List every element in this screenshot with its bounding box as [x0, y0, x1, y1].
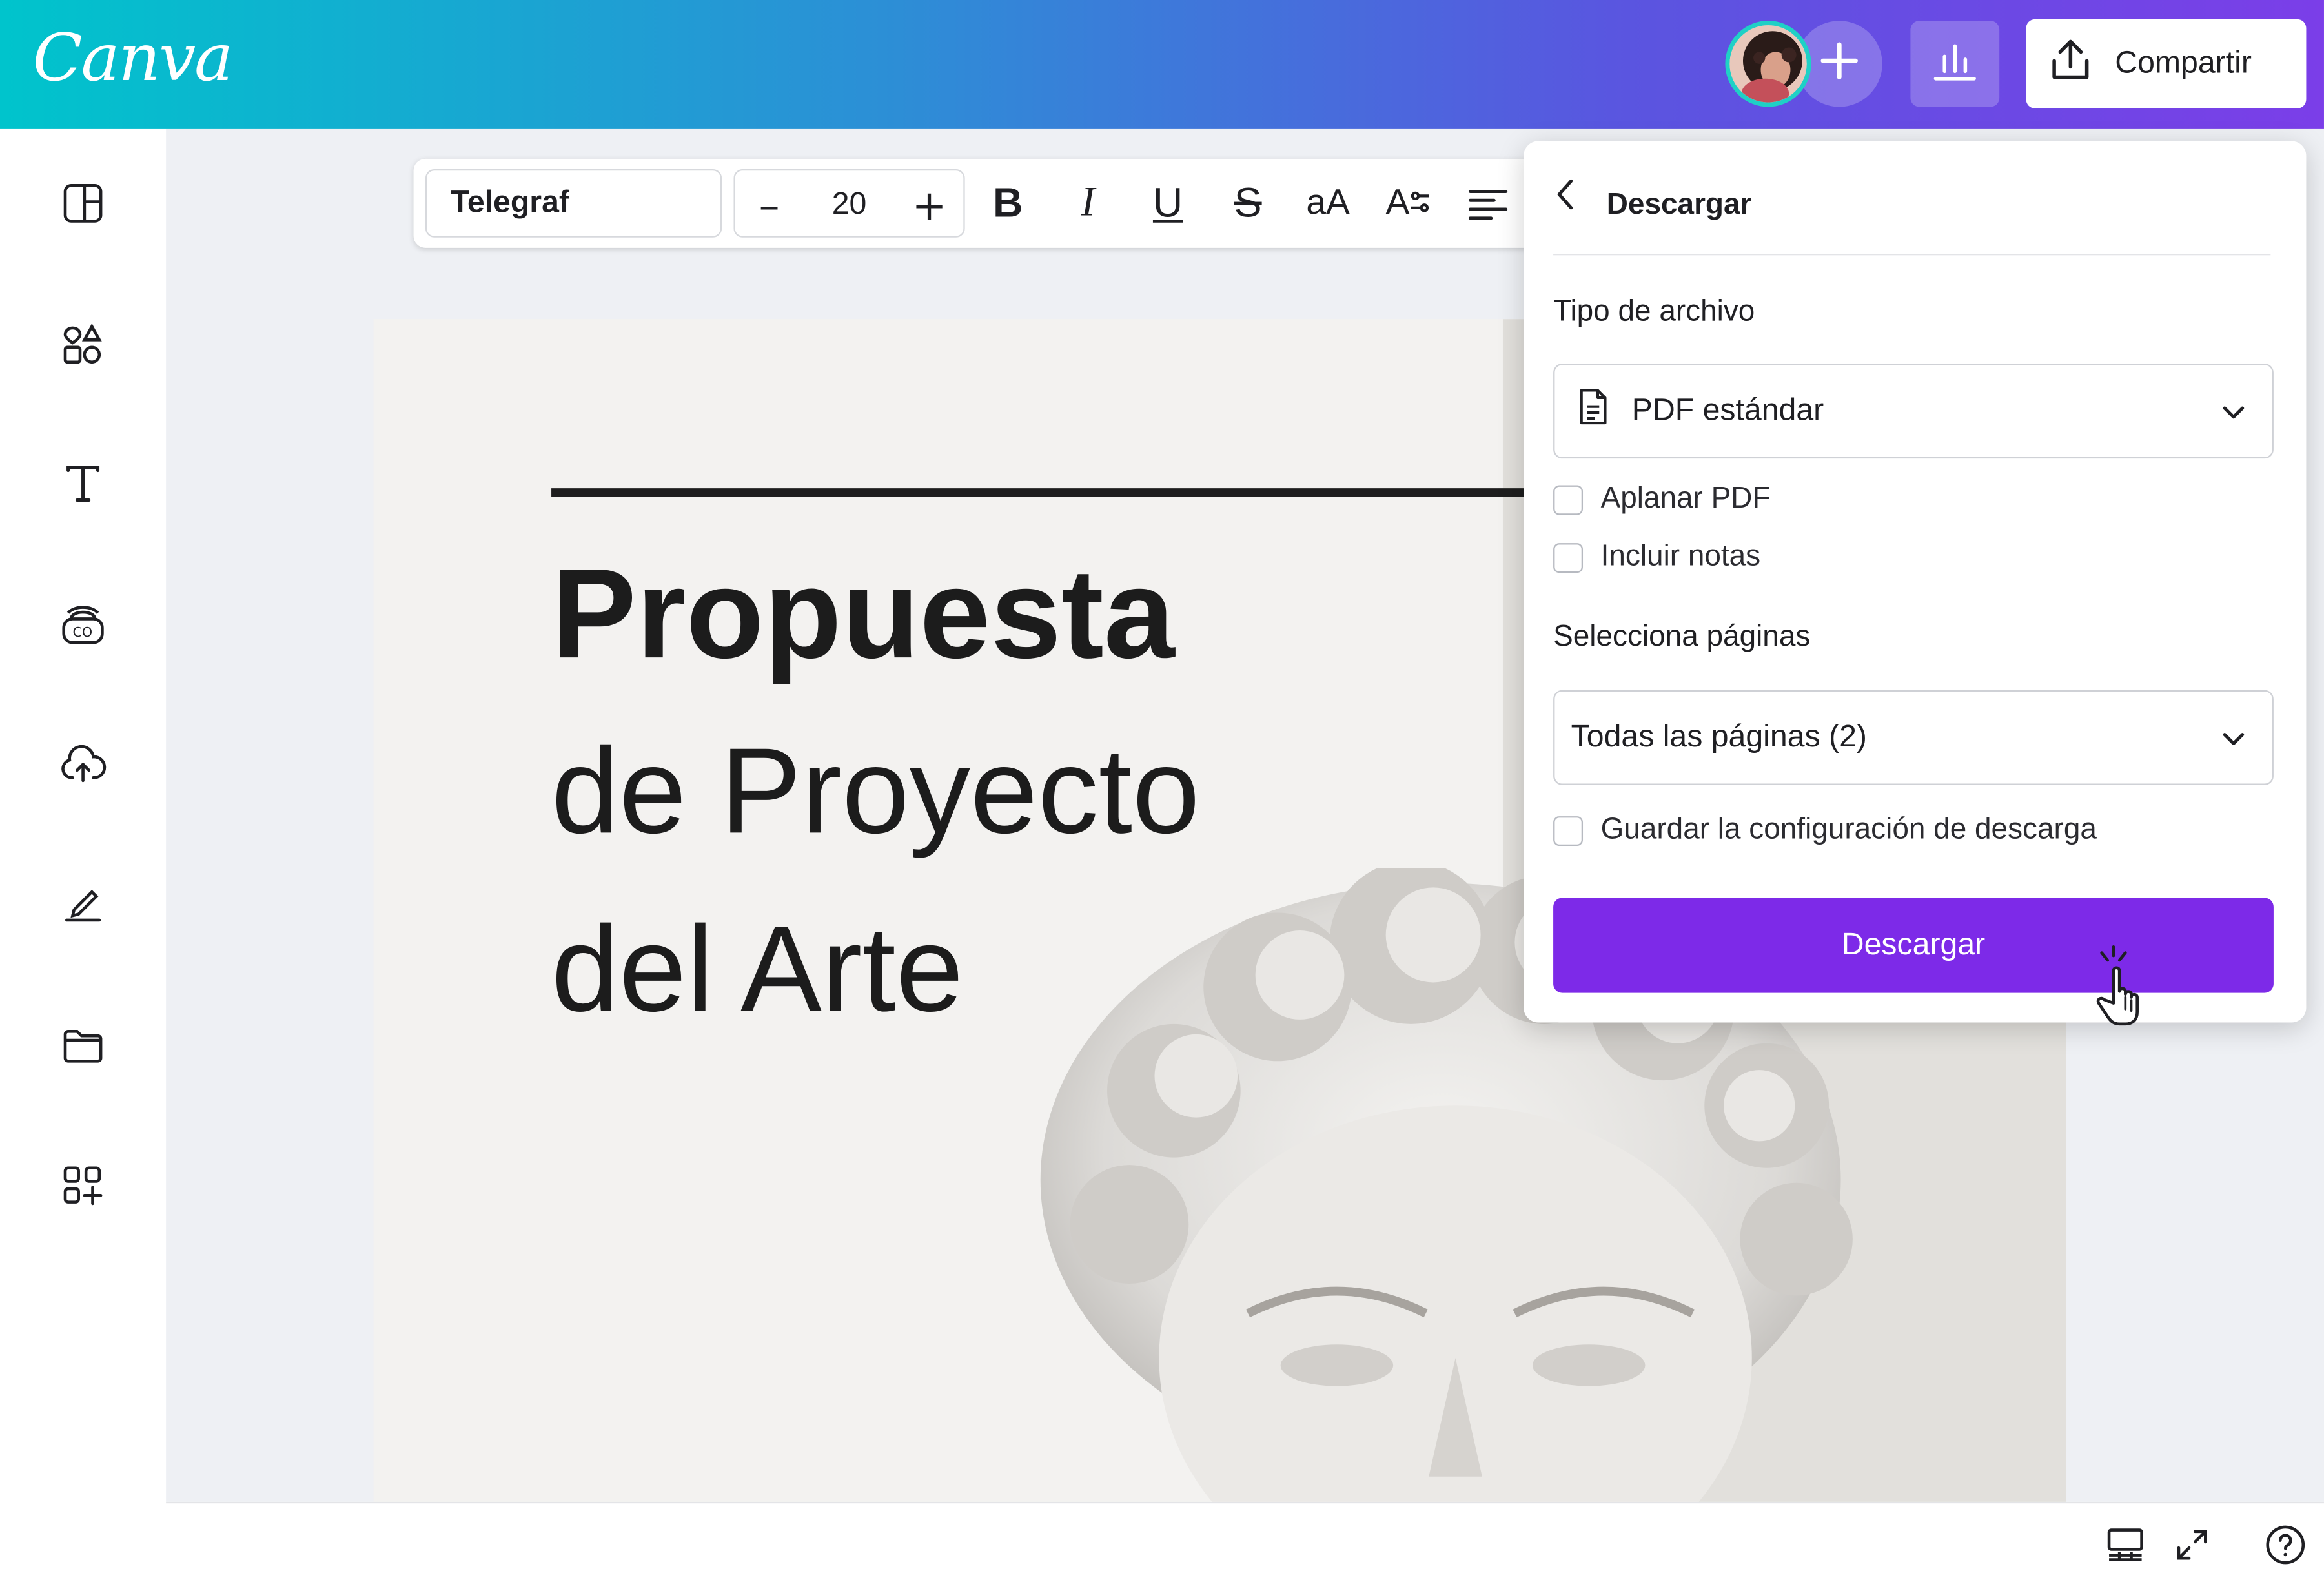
user-avatar[interactable] [1725, 21, 1811, 107]
fullscreen-icon[interactable] [2171, 1524, 2212, 1565]
file-type-label: Tipo de archivo [1553, 295, 1755, 328]
upload-cloud-icon[interactable] [56, 737, 110, 791]
chevron-down-icon [2223, 406, 2245, 419]
upload-share-icon [2047, 37, 2094, 90]
plus-icon [1817, 39, 1862, 89]
flatten-pdf-checkbox[interactable] [1553, 484, 1584, 515]
elements-icon[interactable] [56, 318, 110, 371]
top-bar: Canva Compartir [0, 0, 2324, 129]
projects-folder-icon[interactable] [56, 1018, 110, 1072]
document-file-icon [1578, 387, 1608, 435]
flatten-pdf-label: Aplanar PDF [1600, 482, 1771, 515]
underline-button[interactable]: U [1141, 176, 1195, 230]
file-type-select[interactable]: PDF estándar [1553, 364, 2274, 459]
text-toolbar: Telegraf – 20 + B I U S aA A [413, 158, 1585, 248]
file-type-value: PDF estándar [1631, 393, 1824, 427]
bottom-bar [166, 1501, 2324, 1582]
canva-logo[interactable]: Canva [33, 21, 234, 96]
save-settings-label: Guardar la configuración de descarga [1600, 813, 2097, 847]
hand-pointer-cursor-icon [2096, 945, 2139, 1026]
letter-case-button[interactable]: aA [1301, 176, 1355, 230]
layout-templates-icon[interactable] [56, 176, 110, 230]
save-settings-checkbox[interactable] [1553, 815, 1584, 845]
pages-select[interactable]: Todas las páginas (2) [1553, 690, 2274, 785]
download-panel: Descargar Tipo de archivo PDF estándar A… [1524, 141, 2307, 1023]
text-spacing-glyph: A [1385, 182, 1410, 223]
font-family-dropdown[interactable]: Telegraf [425, 169, 722, 238]
increase-font-size-button[interactable]: + [904, 180, 954, 230]
share-label: Compartir [2115, 46, 2252, 81]
include-notes-option[interactable]: Incluir notas [1553, 540, 1760, 575]
text-icon[interactable] [56, 457, 110, 511]
help-icon[interactable] [2265, 1524, 2306, 1565]
download-button[interactable]: Descargar [1553, 898, 2274, 993]
decrease-font-size-button[interactable]: – [744, 180, 795, 230]
select-pages-label: Selecciona páginas [1553, 620, 1811, 653]
pages-value: Todas las páginas (2) [1571, 719, 1867, 754]
draw-icon[interactable] [56, 877, 110, 930]
design-title[interactable]: Propuesta [551, 542, 1175, 689]
side-panel-rail: CO [0, 128, 167, 1582]
font-size-stepper: – 20 + [733, 169, 965, 238]
grid-view-icon[interactable] [2105, 1524, 2146, 1565]
spacing-sliders-icon [1409, 180, 1430, 227]
design-subtitle-line-1[interactable]: de Proyecto [551, 723, 1200, 862]
canva-editor: Canva Compartir CO Propuesta de Proyecto… [0, 0, 2324, 1582]
back-chevron-icon[interactable] [1544, 174, 1585, 215]
brand-icon[interactable]: CO [56, 598, 110, 652]
font-size-input[interactable]: 20 [806, 187, 892, 223]
italic-button[interactable]: I [1061, 176, 1115, 230]
include-notes-checkbox[interactable] [1553, 542, 1584, 572]
chevron-down-icon [2223, 733, 2245, 745]
flatten-pdf-option[interactable]: Aplanar PDF [1553, 482, 1770, 517]
design-subtitle-line-2[interactable]: del Arte [551, 901, 963, 1040]
svg-text:CO: CO [72, 624, 92, 640]
text-spacing-button[interactable]: A [1381, 176, 1435, 230]
insights-button[interactable] [1910, 21, 2000, 107]
panel-divider [1553, 254, 2271, 256]
bold-button[interactable]: B [981, 176, 1035, 230]
align-left-icon[interactable] [1462, 176, 1515, 230]
strikethrough-button[interactable]: S [1221, 176, 1275, 230]
share-button[interactable]: Compartir [2026, 19, 2307, 108]
panel-title: Descargar [1606, 188, 1752, 221]
save-settings-option[interactable]: Guardar la configuración de descarga [1553, 813, 2097, 847]
include-notes-label: Incluir notas [1600, 540, 1761, 573]
apps-icon[interactable] [56, 1159, 110, 1213]
bar-chart-icon [1932, 39, 1979, 89]
